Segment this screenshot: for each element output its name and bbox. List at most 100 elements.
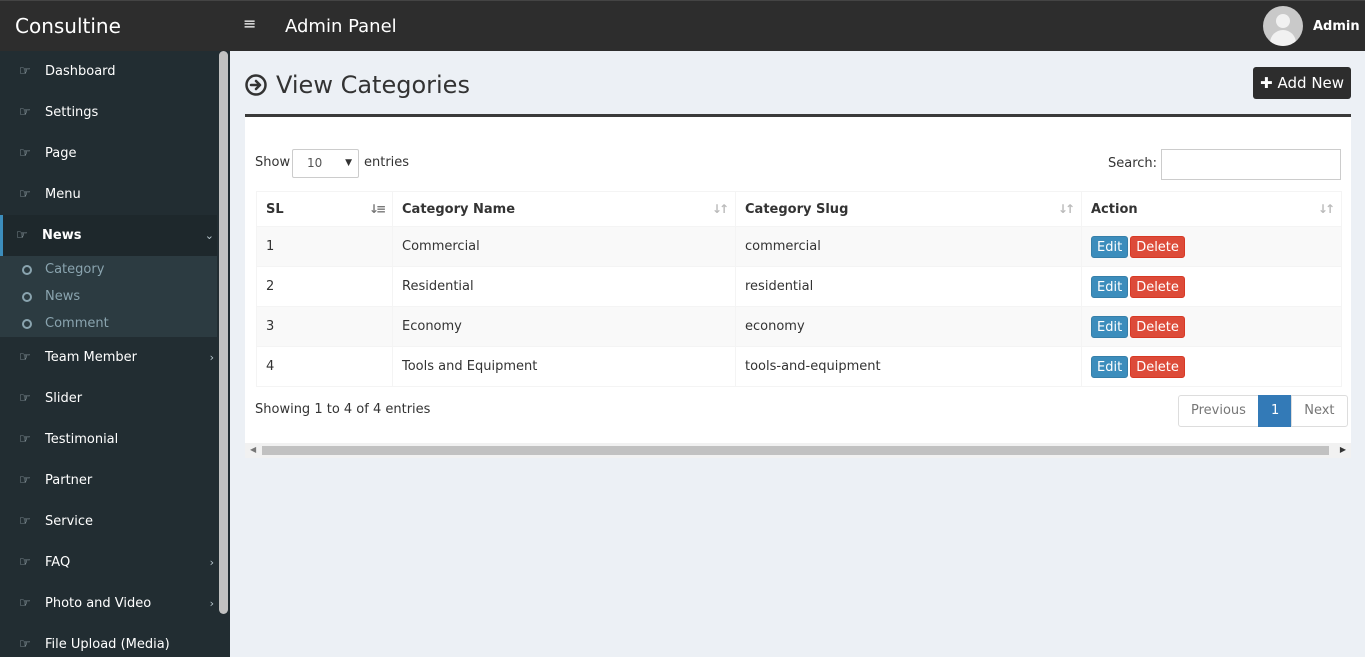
cell-category-name: Commercial (392, 226, 736, 267)
panel-title: Admin Panel (285, 16, 397, 37)
circle-icon (22, 292, 32, 302)
horizontal-scrollbar[interactable]: ◀ ▶ (245, 443, 1351, 458)
hand-pointer-icon: ☞ (19, 555, 31, 570)
cell-action: Edit Delete (1081, 266, 1342, 307)
plus-icon: ✚ (1259, 74, 1273, 92)
delete-button[interactable]: Delete (1130, 235, 1185, 258)
sidebar-item-testimonial[interactable]: ☞ Testimonial (0, 419, 230, 460)
sidebar-item-label: Slider (45, 391, 83, 406)
hand-pointer-icon: ☞ (19, 187, 31, 202)
circle-arrow-right-icon (245, 74, 267, 96)
sidebar-item-faq[interactable]: ☞ FAQ › (0, 542, 230, 583)
cell-category-name: Tools and Equipment (392, 346, 736, 387)
scroll-right-icon[interactable]: ▶ (1340, 445, 1346, 454)
categories-box: Show 10 ▼ entries Search: SL ↓≡ Category … (245, 114, 1351, 458)
sidebar-item-label: Photo and Video (45, 596, 152, 611)
sidebar-scrollbar[interactable] (217, 51, 230, 657)
sidebar-item-label: File Upload (Media) (45, 637, 170, 652)
chevron-right-icon: › (209, 556, 214, 569)
delete-button[interactable]: Delete (1130, 355, 1185, 378)
sidebar-item-label: News (42, 228, 82, 243)
cell-action: Edit Delete (1081, 226, 1342, 267)
hand-pointer-icon: ☞ (19, 350, 31, 365)
column-header-label: Category Name (402, 201, 516, 217)
cell-category-slug: tools-and-equipment (735, 346, 1082, 387)
cell-category-slug: residential (735, 266, 1082, 307)
sidebar-item-partner[interactable]: ☞ Partner (0, 460, 230, 501)
page-length-value: 10 (307, 156, 323, 170)
sidebar-item-label: Testimonial (45, 432, 119, 447)
avatar-head (1276, 14, 1290, 28)
page-length-select[interactable]: 10 ▼ (292, 149, 359, 178)
column-header-category-name[interactable]: Category Name ↓↑ (392, 191, 736, 227)
edit-button[interactable]: Edit (1091, 315, 1129, 338)
hamburger-icon[interactable]: ≡ (243, 14, 256, 34)
cell-action: Edit Delete (1081, 346, 1342, 387)
chevron-right-icon: › (209, 597, 214, 610)
column-header-label: Category Slug (745, 201, 849, 217)
hand-pointer-icon: ☞ (19, 514, 31, 529)
page-1-button[interactable]: 1 (1257, 395, 1293, 427)
circle-icon (22, 319, 32, 329)
submenu-item-comment[interactable]: Comment (0, 310, 230, 337)
sidebar-item-service[interactable]: ☞ Service (0, 501, 230, 542)
sidebar-item-team-member[interactable]: ☞ Team Member › (0, 337, 230, 378)
submenu-item-label: Comment (45, 316, 109, 331)
cell-sl: 4 (256, 346, 393, 387)
search-input[interactable] (1161, 149, 1341, 180)
sidebar-item-label: FAQ (45, 555, 71, 570)
search-label: Search: (1108, 156, 1158, 171)
chevron-down-icon: ⌄ (204, 229, 214, 242)
sidebar-scrollbar-thumb[interactable] (219, 51, 228, 614)
sidebar-item-settings[interactable]: ☞ Settings (0, 92, 230, 133)
cell-category-name: Residential (392, 266, 736, 307)
submenu-item-news[interactable]: News (0, 283, 230, 310)
user-name[interactable]: Admin (1313, 1, 1360, 52)
cell-sl: 3 (256, 306, 393, 347)
cell-sl: 2 (256, 266, 393, 307)
sort-icon: ↓↑ (1057, 202, 1075, 216)
caret-down-icon: ▼ (345, 158, 352, 168)
submenu-item-category[interactable]: Category (0, 256, 230, 283)
sidebar-item-file-upload[interactable]: ☞ File Upload (Media) (0, 624, 230, 657)
edit-button[interactable]: Edit (1091, 275, 1129, 298)
sidebar-item-dashboard[interactable]: ☞ Dashboard (0, 51, 230, 92)
cell-category-name: Economy (392, 306, 736, 347)
page-title-text: View Categories (276, 71, 470, 99)
edit-button[interactable]: Edit (1091, 355, 1129, 378)
delete-button[interactable]: Delete (1130, 315, 1185, 338)
hand-pointer-icon: ☞ (19, 64, 31, 79)
app-logo[interactable]: Consultine (0, 1, 230, 52)
table-row: 3 Economy economy Edit Delete (256, 306, 1342, 347)
sidebar-item-label: Team Member (45, 350, 137, 365)
column-header-sl[interactable]: SL ↓≡ (256, 191, 393, 227)
sidebar-item-slider[interactable]: ☞ Slider (0, 378, 230, 419)
edit-button[interactable]: Edit (1091, 235, 1129, 258)
add-new-label: Add New (1277, 74, 1345, 92)
next-page-button[interactable]: Next (1291, 395, 1348, 427)
column-header-label: SL (266, 201, 284, 217)
previous-page-button[interactable]: Previous (1178, 395, 1259, 427)
delete-button[interactable]: Delete (1130, 275, 1185, 298)
horizontal-scrollbar-thumb[interactable] (262, 446, 1329, 455)
top-header: Consultine ≡ Admin Panel Admin (0, 0, 1365, 51)
sidebar-item-label: Dashboard (45, 64, 116, 79)
sidebar-item-photo-and-video[interactable]: ☞ Photo and Video › (0, 583, 230, 624)
sort-icon: ↓↑ (1317, 202, 1335, 216)
sidebar-item-label: Page (45, 146, 77, 161)
column-header-category-slug[interactable]: Category Slug ↓↑ (735, 191, 1082, 227)
table-info: Showing 1 to 4 of 4 entries (255, 402, 431, 417)
sort-asc-icon: ↓≡ (368, 202, 386, 216)
column-header-action[interactable]: Action ↓↑ (1081, 191, 1342, 227)
hand-pointer-icon: ☞ (19, 391, 31, 406)
sort-icon: ↓↑ (711, 202, 729, 216)
sidebar-item-menu[interactable]: ☞ Menu (0, 174, 230, 215)
column-header-label: Action (1091, 201, 1138, 217)
sidebar-item-page[interactable]: ☞ Page (0, 133, 230, 174)
scroll-left-icon[interactable]: ◀ (250, 445, 256, 454)
cell-action: Edit Delete (1081, 306, 1342, 347)
avatar[interactable] (1263, 6, 1303, 46)
pagination: Previous 1 Next (1178, 395, 1348, 427)
sidebar-item-news[interactable]: ☞ News ⌄ (0, 215, 230, 256)
add-new-button[interactable]: ✚ Add New (1253, 67, 1351, 99)
